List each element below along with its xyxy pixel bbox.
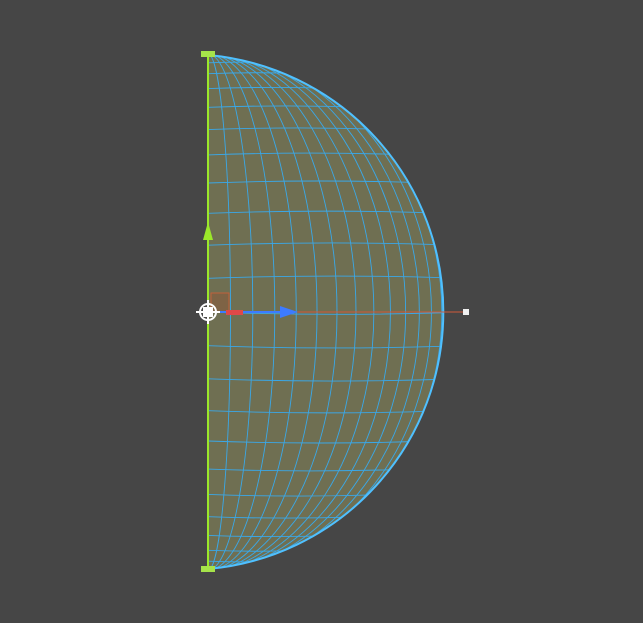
edge-top-handle[interactable] [201, 51, 215, 57]
scene-viewport[interactable] [0, 0, 643, 623]
scene-canvas[interactable] [0, 0, 643, 623]
edge-bottom-handle[interactable] [201, 566, 215, 572]
ray-end-handle[interactable] [463, 309, 469, 315]
x-axis-handle[interactable] [226, 310, 243, 315]
plane-handle[interactable] [210, 292, 230, 313]
